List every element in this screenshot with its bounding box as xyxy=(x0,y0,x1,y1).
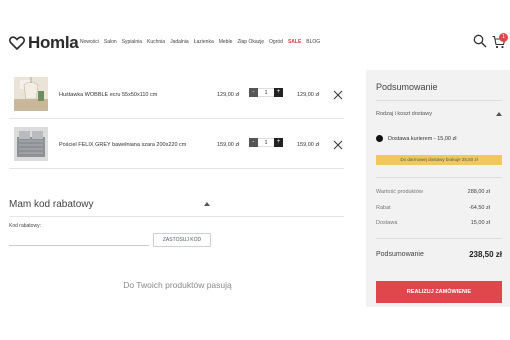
shipping-section-toggle[interactable]: Rodzaj i koszt dostawy xyxy=(376,111,432,117)
place-order-button[interactable]: REALIZUJ ZAMÓWIENIE xyxy=(376,281,502,303)
summary-row-label: Rabat xyxy=(376,205,391,211)
quantity-stepper: - 1 + xyxy=(249,88,283,97)
coupon-field-label: Kod rabatowy: xyxy=(9,223,41,229)
chevron-up-icon[interactable] xyxy=(496,112,502,116)
nav-item-salon[interactable]: Salon xyxy=(104,39,117,45)
divider xyxy=(376,238,502,239)
nav-item-blog[interactable]: BLOG xyxy=(306,39,320,45)
divider xyxy=(376,177,502,178)
line-total: 159,00 zł xyxy=(297,142,320,148)
summary-row-discount: Rabat -64,50 zł xyxy=(376,205,502,211)
shipping-option-label[interactable]: Dostawa kurierem - 15,00 zł xyxy=(388,136,456,142)
increase-qty-button[interactable]: + xyxy=(274,138,283,147)
site-header: Homla Nowości Salon Sypialnia Kuchnia Ja… xyxy=(0,0,510,70)
apply-coupon-button[interactable]: ZASTOSUJ KOD xyxy=(153,233,211,247)
summary-row-label: Wartość produktów xyxy=(376,189,423,195)
order-summary-panel: Podsumowanie Rodzaj i koszt dostawy Dost… xyxy=(366,70,510,307)
nav-item-lazienka[interactable]: Łazienka xyxy=(194,39,214,45)
shipping-radio-selected[interactable] xyxy=(376,135,383,142)
total-label: Podsumowanie xyxy=(376,251,424,258)
increase-qty-button[interactable]: + xyxy=(274,88,283,97)
nav-item-nowosci[interactable]: Nowości xyxy=(80,39,99,45)
summary-total: Podsumowanie 238,50 zł xyxy=(376,250,502,259)
cart-item: Pościel FELIX GREY bawełniana szara 200x… xyxy=(9,121,344,169)
divider xyxy=(9,216,344,217)
product-thumbnail[interactable] xyxy=(14,77,48,111)
nav-item-jadalnia[interactable]: Jadalnia xyxy=(170,39,189,45)
quantity-value[interactable]: 1 xyxy=(258,138,274,147)
search-icon[interactable] xyxy=(473,34,487,48)
remove-item-icon[interactable] xyxy=(333,140,343,150)
summary-title: Podsumowanie xyxy=(376,82,438,92)
recommendations-heading: Do Twoich produktów pasują xyxy=(123,280,232,290)
summary-row-value: 288,00 zł xyxy=(467,189,490,195)
nav-item-sypialnia[interactable]: Sypialnia xyxy=(122,39,142,45)
summary-row-value: -64,50 zł xyxy=(468,205,490,211)
nav-item-meble[interactable]: Meble xyxy=(219,39,233,45)
nav-item-sale[interactable]: SALE xyxy=(288,39,301,45)
cart-item: Huśtawka WOBBLE ecru 55x50x110 cm 129,00… xyxy=(9,71,344,119)
decrease-qty-button[interactable]: - xyxy=(249,88,258,97)
nav-item-zlap-okazje[interactable]: Złap Okazję xyxy=(237,39,264,45)
summary-row-products: Wartość produktów 288,00 zł xyxy=(376,189,502,195)
coupon-section-toggle[interactable]: Mam kod rabatowy xyxy=(9,199,93,210)
divider xyxy=(376,100,502,101)
product-name[interactable]: Huśtawka WOBBLE ecru 55x50x110 cm xyxy=(59,92,157,98)
nav-item-ogrod[interactable]: Ogród xyxy=(269,39,283,45)
total-value: 238,50 zł xyxy=(469,250,502,259)
product-name[interactable]: Pościel FELIX GREY bawełniana szara 200x… xyxy=(59,142,186,148)
unit-price: 129,00 zł xyxy=(217,92,240,98)
heart-logo-icon xyxy=(9,36,25,50)
main-nav: Nowości Salon Sypialnia Kuchnia Jadalnia… xyxy=(80,39,320,45)
summary-row-shipping: Dostawa 15,00 zł xyxy=(376,220,502,226)
summary-row-value: 15,00 zł xyxy=(470,220,490,226)
nav-item-kuchnia[interactable]: Kuchnia xyxy=(147,39,165,45)
decrease-qty-button[interactable]: - xyxy=(249,138,258,147)
homla-logo[interactable]: Homla xyxy=(9,33,79,53)
quantity-value[interactable]: 1 xyxy=(258,88,274,97)
free-shipping-notice: Do darmowej dostawy brakuje 25,50 zł xyxy=(376,155,502,165)
line-total: 129,00 zł xyxy=(297,92,320,98)
remove-item-icon[interactable] xyxy=(333,90,343,100)
quantity-stepper: - 1 + xyxy=(249,138,283,147)
unit-price: 159,00 zł xyxy=(217,142,240,148)
cart-count-badge: 1 xyxy=(499,33,508,42)
logo-text: Homla xyxy=(28,33,79,52)
product-thumbnail[interactable] xyxy=(14,127,48,161)
summary-row-label: Dostawa xyxy=(376,220,398,226)
coupon-code-input[interactable] xyxy=(9,234,149,246)
chevron-up-icon[interactable] xyxy=(204,202,210,206)
